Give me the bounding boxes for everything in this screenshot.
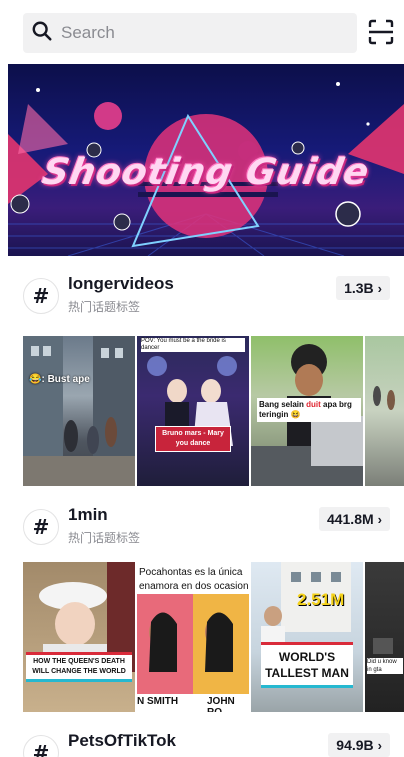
video-thumbnail[interactable]: POV: You must be a the bride is dancer B… [137, 336, 249, 486]
hashtag-name: 1min [68, 505, 108, 524]
hashtag-count-button[interactable]: 94.9B › [328, 733, 390, 757]
hashtag-row-longervideos[interactable]: # longervideos 热门话题标签 1.3B › [0, 270, 404, 322]
thumbnail-caption: HOW THE QUEEN'S DEATH WILL CHANGE THE WO… [26, 652, 132, 682]
shooting-guide-banner[interactable]: Shooting Guide [8, 64, 404, 256]
thumbnail-label-right: JOHN RO [207, 696, 235, 712]
search-box[interactable] [23, 13, 357, 53]
view-count: 94.9B [336, 737, 374, 753]
hashtag-subtitle: 热门话题标签 [68, 531, 141, 545]
hashtag-icon: # [23, 735, 59, 757]
video-strip-1: 😂: Bust ape POV: You must be a the bride… [23, 336, 404, 486]
thumbnail-top-caption: POV: You must be a the bride is dancer [141, 338, 245, 352]
thumbnail-caption: WORLD'S TALLEST MAN [261, 642, 353, 688]
video-strip-2: HOW THE QUEEN'S DEATH WILL CHANGE THE WO… [23, 562, 404, 712]
view-count: 441.8M [326, 511, 374, 527]
thumbnail-number: 2.51M [297, 590, 345, 609]
thumbnail-caption: Bang selain duit apa brg teringin 😆 [257, 398, 361, 422]
video-thumbnail[interactable]: 😂: Bust ape [23, 336, 135, 486]
thumbnail-label-left: N SMITH [137, 696, 179, 707]
hashtag-count-button[interactable]: 441.8M › [318, 507, 390, 531]
search-header [0, 0, 404, 62]
thumbnail-caption: 😂: Bust ape [29, 374, 90, 385]
scan-icon[interactable] [368, 19, 394, 45]
hashtag-name: longervideos [68, 274, 174, 293]
view-count: 1.3B [344, 280, 374, 296]
video-thumbnail[interactable] [365, 336, 404, 486]
video-thumbnail[interactable]: Bang selain duit apa brg teringin 😆 [251, 336, 363, 486]
chevron-right-icon: › [377, 511, 382, 527]
search-icon [31, 20, 53, 47]
video-thumbnail[interactable]: 2.51M WORLD'S TALLEST MAN [251, 562, 363, 712]
chevron-right-icon: › [377, 737, 382, 753]
hashtag-subtitle: 热门话题标签 [68, 300, 141, 314]
thumbnail-caption: Did u know in gta [367, 658, 403, 674]
hashtag-name: PetsOfTikTok [68, 731, 177, 750]
chevron-right-icon: › [377, 280, 382, 296]
search-input[interactable] [61, 23, 341, 43]
video-thumbnail[interactable]: Did u know in gta [365, 562, 404, 712]
banner-title: Shooting Guide [39, 152, 373, 193]
video-thumbnail[interactable]: HOW THE QUEEN'S DEATH WILL CHANGE THE WO… [23, 562, 135, 712]
hashtag-count-button[interactable]: 1.3B › [336, 276, 390, 300]
video-thumbnail[interactable]: Pocahontas es la única enamora en dos oc… [137, 562, 249, 712]
hashtag-row-1min[interactable]: # 1min 热门话题标签 441.8M › [0, 501, 404, 553]
hashtag-icon: # [23, 278, 59, 314]
thumbnail-caption: Bruno mars - Mary you dance [155, 426, 231, 452]
hashtag-icon: # [23, 509, 59, 545]
hashtag-row-petsoftiktok[interactable]: # PetsOfTikTok 94.9B › [0, 727, 404, 757]
